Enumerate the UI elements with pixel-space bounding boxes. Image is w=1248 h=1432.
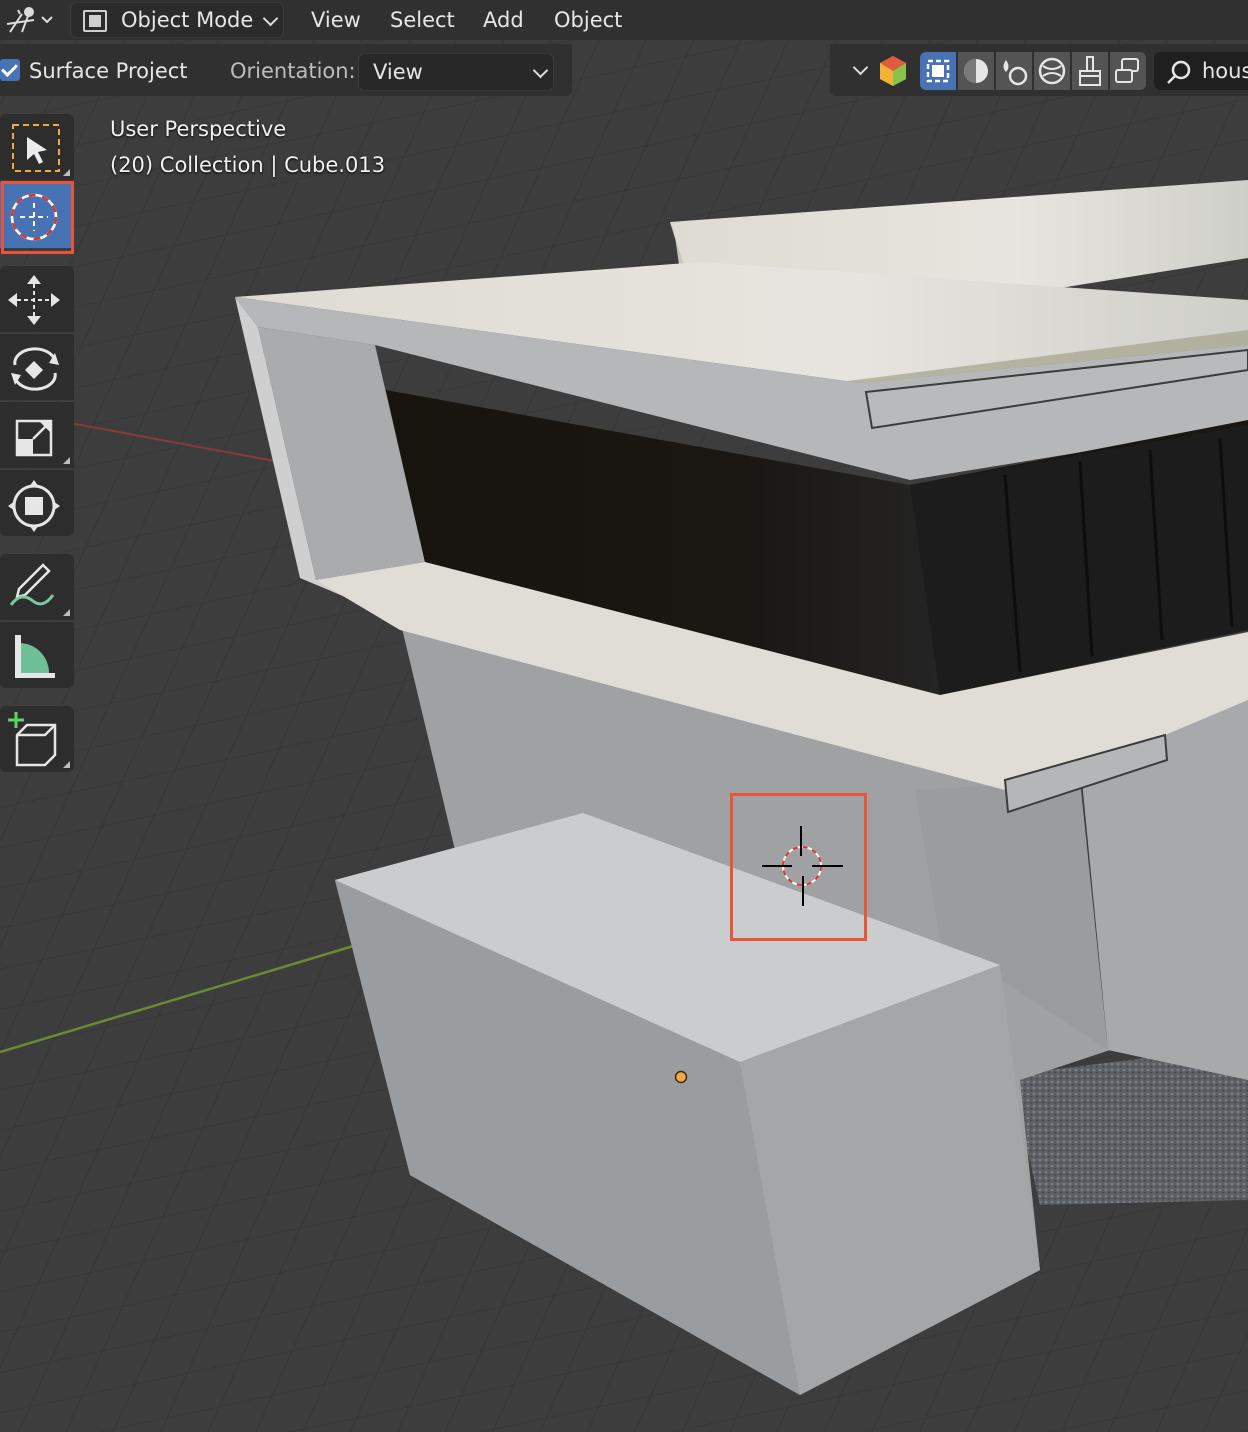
scale-icon — [15, 419, 53, 457]
chevron-down-icon — [532, 62, 549, 79]
object-mode-dropdown[interactable]: Object Mode — [70, 2, 284, 38]
brush-icon — [1079, 56, 1101, 86]
editor-type-icon — [6, 7, 53, 33]
xray-button[interactable] — [920, 52, 956, 90]
3d-viewport[interactable] — [0, 0, 1248, 1432]
transform-icon — [8, 480, 60, 532]
transform-tool[interactable] — [0, 470, 74, 536]
shading-material-button[interactable] — [996, 52, 1032, 90]
solid-shading-icon — [964, 59, 988, 83]
menu-object[interactable]: Object — [552, 4, 624, 36]
3d-cursor-highlight — [730, 793, 867, 941]
surface-project-checkbox[interactable] — [0, 59, 20, 81]
shading-rendered-button[interactable] — [1034, 52, 1070, 90]
material-shading-icon — [1003, 60, 1028, 86]
select-box-tool[interactable] — [0, 114, 74, 180]
object-origin-dot — [674, 1070, 688, 1084]
add-cube-tool[interactable] — [0, 706, 74, 772]
object-mode-icon — [83, 10, 107, 32]
annotate-tool[interactable] — [0, 554, 74, 620]
move-tool[interactable] — [0, 266, 74, 332]
editor-type-button[interactable] — [2, 4, 58, 36]
cursor-tool-highlight — [1, 181, 74, 254]
view-name: User Perspective — [110, 117, 287, 141]
rendered-shading-icon — [1038, 57, 1066, 85]
menu-select[interactable]: Select — [388, 4, 457, 36]
overlay-toggle-button[interactable] — [1110, 52, 1146, 90]
add-cube-icon — [8, 712, 57, 767]
rotate-icon — [11, 347, 59, 391]
search-field[interactable]: hous — [1154, 52, 1248, 90]
select-box-icon — [12, 124, 60, 172]
chevron-down-icon — [262, 10, 279, 27]
orientation-dropdown[interactable]: View — [358, 53, 554, 91]
search-icon — [1167, 60, 1191, 84]
annotate-icon — [9, 563, 55, 606]
orientation-label: Orientation: — [230, 59, 356, 83]
measure-icon — [15, 635, 55, 678]
collection-info: (20) Collection | Cube.013 — [110, 153, 386, 177]
move-icon — [8, 275, 60, 325]
overlay-paint-button[interactable] — [1072, 52, 1108, 90]
shading-solid-button[interactable] — [958, 52, 994, 90]
rotate-tool[interactable] — [0, 334, 74, 400]
menu-add[interactable]: Add — [481, 4, 526, 36]
xray-icon — [926, 59, 950, 83]
overlay-icon — [1115, 58, 1139, 83]
scale-tool[interactable] — [0, 402, 74, 468]
surface-project-label: Surface Project — [29, 59, 188, 83]
measure-tool[interactable] — [0, 622, 74, 688]
gizmo-color-icon[interactable] — [876, 54, 910, 88]
menu-view[interactable]: View — [309, 4, 363, 36]
